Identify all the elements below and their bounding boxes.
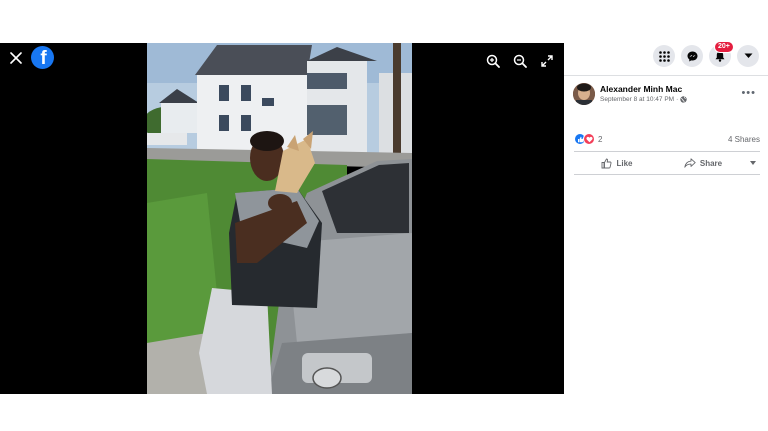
share-label: Share: [699, 158, 723, 168]
menu-button[interactable]: [653, 45, 675, 67]
love-reaction-icon: [583, 133, 595, 145]
shares-count[interactable]: 4 Shares: [728, 135, 760, 144]
account-menu-button[interactable]: [737, 45, 759, 67]
chevron-down-icon: [744, 53, 752, 58]
globe-icon[interactable]: [680, 96, 687, 103]
reactions-row: 2 4 Shares: [574, 133, 760, 145]
reactions-summary[interactable]: 2: [574, 133, 602, 145]
menu-grid-icon: [658, 50, 670, 62]
caret-down-icon: [750, 161, 756, 165]
header-actions: 20+: [653, 41, 759, 67]
like-label: Like: [616, 158, 633, 168]
fullscreen-button[interactable]: [538, 52, 556, 70]
zoom-out-icon: [513, 54, 527, 68]
avatar-image: [573, 83, 595, 105]
share-icon: [684, 158, 696, 168]
more-options-button[interactable]: •••: [741, 87, 756, 99]
post-panel: Alexander Minh Mac September 8 at 10:47 …: [564, 75, 768, 394]
post-actions: Like Share: [574, 151, 760, 175]
close-button[interactable]: [7, 49, 25, 67]
post-header: Alexander Minh Mac September 8 at 10:47 …: [573, 83, 687, 105]
post-photo[interactable]: [147, 43, 412, 394]
close-icon: [10, 52, 22, 64]
avatar[interactable]: [573, 83, 595, 105]
thumbs-up-icon: [602, 158, 612, 168]
like-button[interactable]: Like: [574, 158, 660, 169]
zoom-in-button[interactable]: [484, 52, 502, 70]
messenger-button[interactable]: [681, 45, 703, 67]
reaction-count: 2: [598, 134, 603, 144]
meta-separator: ·: [676, 95, 679, 103]
author-info: Alexander Minh Mac September 8 at 10:47 …: [600, 84, 687, 105]
fullscreen-icon: [541, 55, 553, 67]
photo-viewer: f: [0, 43, 564, 394]
zoom-out-button[interactable]: [511, 52, 529, 70]
facebook-logo[interactable]: f: [31, 46, 54, 69]
notifications-badge: 20+: [714, 41, 734, 53]
messenger-icon: [687, 51, 697, 61]
photo-image: [147, 43, 412, 394]
zoom-in-icon: [486, 54, 500, 68]
share-button[interactable]: Share: [660, 158, 746, 168]
share-options-button[interactable]: [746, 161, 760, 165]
viewer-toolbar: [484, 52, 556, 70]
post-meta: September 8 at 10:47 PM ·: [600, 95, 687, 105]
author-name[interactable]: Alexander Minh Mac: [600, 84, 687, 95]
notifications-button[interactable]: 20+: [709, 41, 734, 67]
post-timestamp[interactable]: September 8 at 10:47 PM: [600, 95, 674, 105]
